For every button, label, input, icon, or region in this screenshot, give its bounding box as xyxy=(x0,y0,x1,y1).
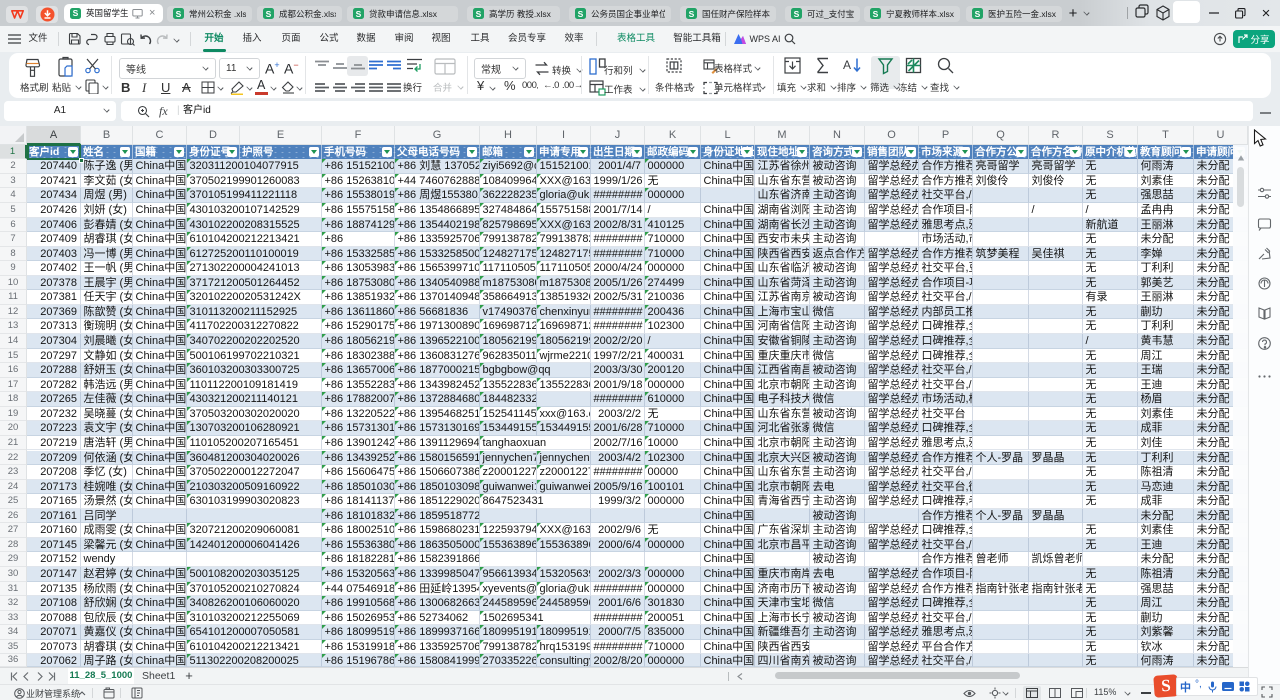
svg-text:A: A xyxy=(843,58,851,72)
